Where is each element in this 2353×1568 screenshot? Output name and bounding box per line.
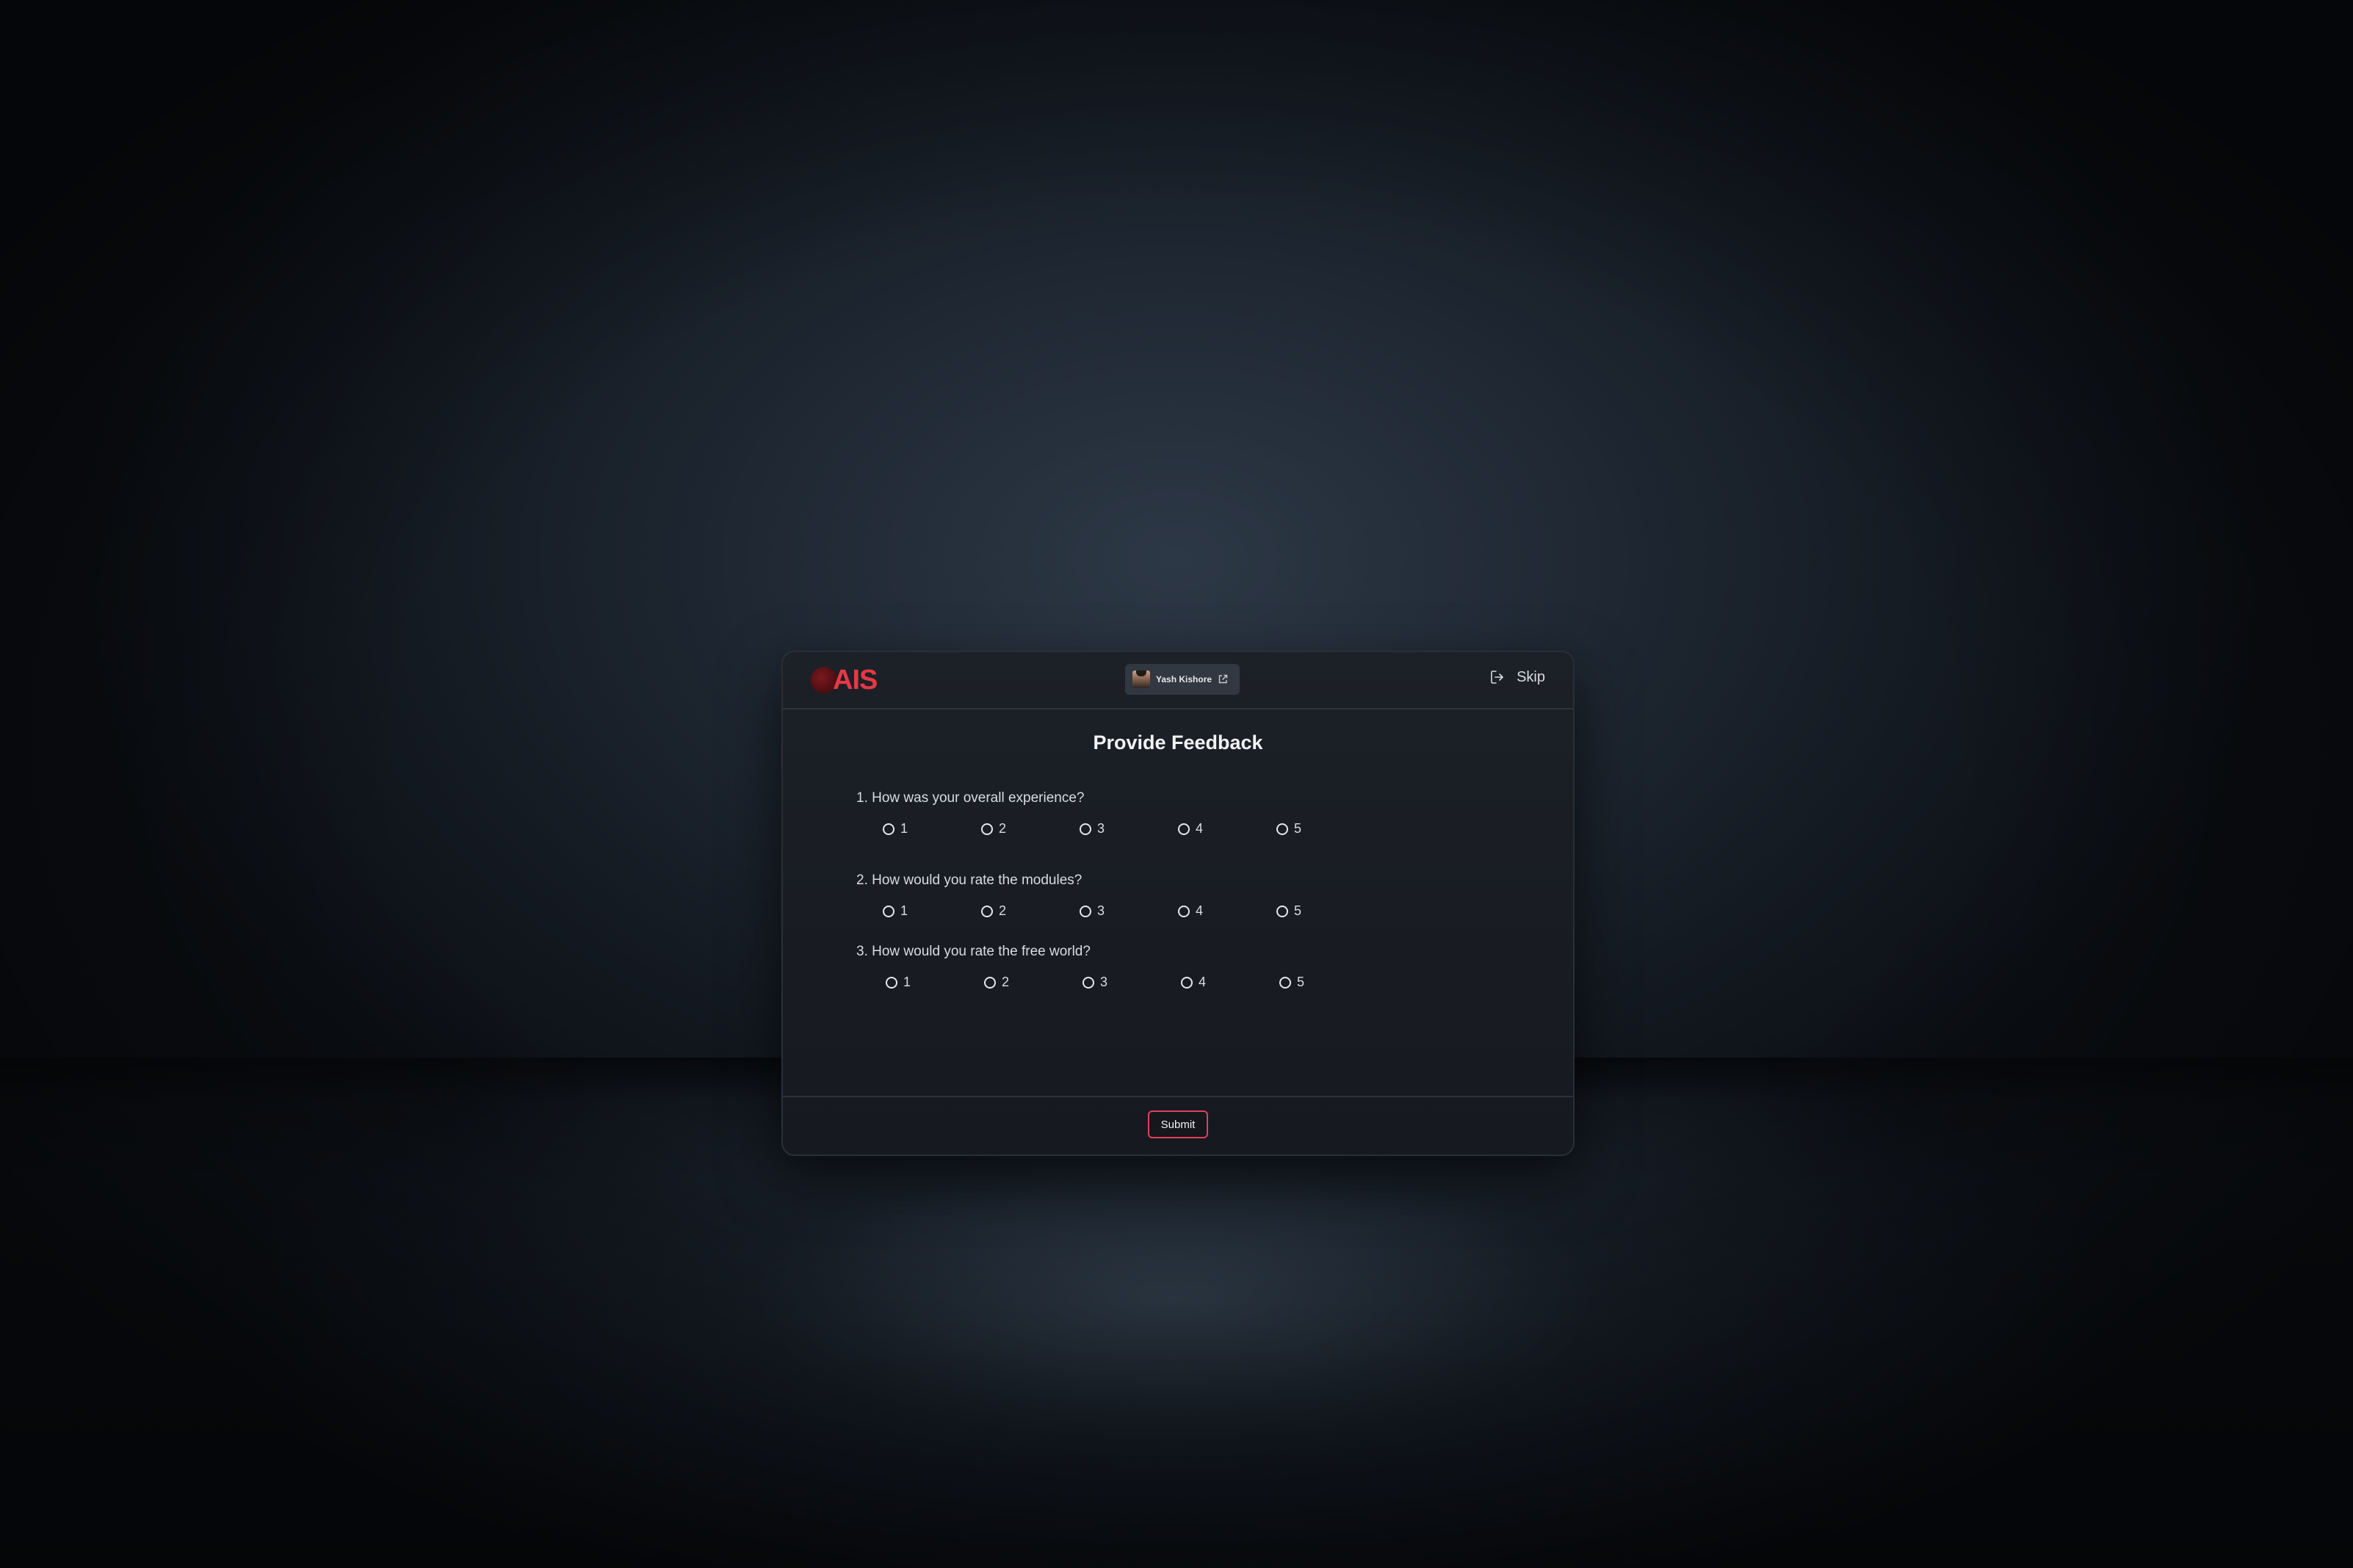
question-2-option-3[interactable]: 3 [1080, 903, 1178, 919]
question-3-option-3[interactable]: 3 [1082, 975, 1181, 990]
question-2-options: 1 2 3 4 5 [883, 903, 1375, 919]
option-label: 1 [900, 903, 908, 918]
question-1-option-2[interactable]: 2 [981, 821, 1080, 837]
option-label: 5 [1297, 975, 1305, 989]
question-3-text: 3. How would you rate the free world? [856, 944, 1091, 959]
question-3-option-1[interactable]: 1 [886, 975, 984, 990]
question-3-option-2[interactable]: 2 [984, 975, 1082, 990]
modal-header: AIS Yash Kishore Skip [783, 652, 1573, 709]
radio-button[interactable] [1082, 976, 1094, 989]
option-label: 4 [1199, 975, 1207, 989]
option-label: 3 [1097, 903, 1105, 918]
question-2-text: 2. How would you rate the modules? [856, 872, 1082, 888]
question-2-option-2[interactable]: 2 [981, 903, 1080, 919]
question-2-option-5[interactable]: 5 [1276, 903, 1375, 919]
radio-button[interactable] [981, 905, 993, 917]
radio-button[interactable] [1279, 976, 1291, 989]
radio-button[interactable] [886, 976, 897, 989]
option-label: 4 [1196, 821, 1204, 836]
page-title: Provide Feedback [1093, 731, 1263, 754]
option-label: 1 [900, 821, 908, 836]
user-name: Yash Kishore [1156, 674, 1212, 684]
option-label: 3 [1100, 975, 1108, 989]
logout-icon [1491, 671, 1503, 684]
question-1-text: 1. How was your overall experience? [856, 790, 1085, 806]
option-label: 5 [1294, 903, 1302, 918]
radio-button[interactable] [984, 976, 996, 989]
user-chip[interactable]: Yash Kishore [1125, 664, 1240, 695]
radio-button[interactable] [1080, 905, 1091, 917]
question-1-option-4[interactable]: 4 [1178, 821, 1276, 837]
skip-button[interactable]: Skip [1489, 668, 1545, 686]
question-3-option-5[interactable]: 5 [1279, 975, 1378, 990]
question-1-option-3[interactable]: 3 [1080, 821, 1178, 837]
question-1-option-1[interactable]: 1 [883, 821, 981, 837]
radio-button[interactable] [883, 905, 894, 917]
option-label: 5 [1294, 821, 1302, 836]
option-label: 4 [1196, 903, 1204, 918]
radio-button[interactable] [1080, 823, 1091, 835]
modal-footer: Submit [783, 1096, 1573, 1155]
option-label: 2 [1002, 975, 1010, 989]
question-1-option-5[interactable]: 5 [1276, 821, 1375, 837]
logo-text: AIS [833, 665, 878, 696]
external-link-icon [1218, 674, 1228, 684]
skip-label: Skip [1517, 668, 1545, 685]
question-3-option-4[interactable]: 4 [1181, 975, 1279, 990]
submit-button[interactable]: Submit [1148, 1110, 1208, 1138]
radio-button[interactable] [1178, 823, 1190, 835]
radio-button[interactable] [1276, 823, 1288, 835]
radio-button[interactable] [1178, 905, 1190, 917]
radio-button[interactable] [883, 823, 894, 835]
option-label: 2 [999, 903, 1007, 918]
question-3-options: 1 2 3 4 5 [886, 975, 1378, 990]
avatar [1132, 671, 1150, 688]
question-1-options: 1 2 3 4 5 [883, 821, 1375, 837]
option-label: 3 [1097, 821, 1105, 836]
option-label: 1 [903, 975, 911, 989]
ais-logo: AIS [811, 665, 878, 696]
radio-button[interactable] [1181, 976, 1193, 989]
radio-button[interactable] [981, 823, 993, 835]
question-2-option-4[interactable]: 4 [1178, 903, 1276, 919]
question-2-option-1[interactable]: 1 [883, 903, 981, 919]
radio-button[interactable] [1276, 905, 1288, 917]
option-label: 2 [999, 821, 1007, 836]
feedback-modal: AIS Yash Kishore Skip Provide Feedback 1… [781, 651, 1575, 1156]
